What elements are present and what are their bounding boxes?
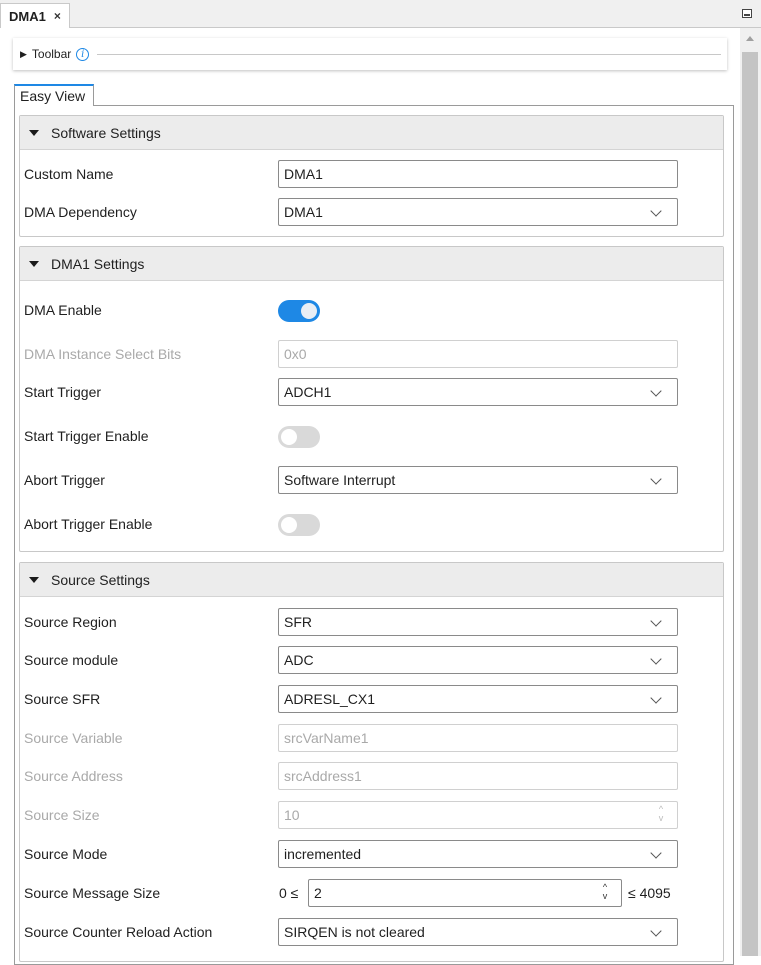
row-dma-enable: DMA Enable (24, 295, 724, 325)
label: DMA Dependency (24, 204, 137, 220)
source-message-size-stepper[interactable]: 2 ^ v (308, 879, 622, 907)
row-source-counter-reload: Source Counter Reload Action SIRQEN is n… (24, 917, 724, 947)
abort-trigger-select[interactable]: Software Interrupt (278, 466, 678, 494)
label: Abort Trigger Enable (24, 516, 153, 532)
dma1-settings-header[interactable]: DMA1 Settings (20, 247, 723, 281)
source-variable-input: srcVarName1 (278, 724, 678, 752)
label: Source Counter Reload Action (24, 924, 213, 940)
custom-name-input[interactable]: DMA1 (278, 160, 678, 188)
toggle-knob (301, 303, 317, 319)
collapse-triangle-icon (29, 129, 39, 136)
scroll-up-icon[interactable] (746, 36, 754, 41)
chevron-down-icon (650, 847, 662, 859)
label: Source Mode (24, 846, 108, 862)
select-value: ADCH1 (284, 384, 332, 400)
label: Abort Trigger (24, 472, 105, 488)
chevron-down-icon (650, 385, 662, 397)
row-start-trigger: Start Trigger ADCH1 (24, 377, 724, 407)
chevron-down-icon (650, 692, 662, 704)
chevron-down-icon (650, 615, 662, 627)
row-source-size: Source Size 10 ^ v (24, 800, 724, 830)
select-value: Software Interrupt (284, 472, 396, 488)
toolbar-expander[interactable]: ▶ Toolbar i (13, 38, 727, 70)
source-region-select[interactable]: SFR (278, 608, 678, 636)
editor-tab-bar: DMA1 × (0, 0, 761, 28)
chevron-down-icon (650, 473, 662, 485)
toolbar-label: Toolbar (31, 47, 72, 61)
label: Source Size (24, 807, 100, 823)
abort-trigger-enable-toggle[interactable] (278, 514, 320, 536)
row-source-mode: Source Mode incremented (24, 839, 724, 869)
row-source-region: Source Region SFR (24, 607, 724, 637)
label: Source Variable (24, 730, 123, 746)
min-bound: 0 ≤ (279, 885, 299, 901)
close-icon[interactable]: × (54, 9, 61, 23)
start-trigger-select[interactable]: ADCH1 (278, 378, 678, 406)
label: Source Message Size (24, 885, 161, 901)
chevron-down-icon (650, 205, 662, 217)
dma-dependency-select[interactable]: DMA1 (278, 198, 678, 226)
label: Source Region (24, 614, 117, 630)
collapse-triangle-icon (29, 260, 39, 267)
tab-title: DMA1 (9, 8, 46, 24)
row-abort-trigger-enable: Abort Trigger Enable (24, 509, 724, 539)
source-address-input: srcAddress1 (278, 762, 678, 790)
select-value: ADRESL_CX1 (284, 691, 376, 707)
toggle-knob (281, 429, 297, 445)
row-source-sfr: Source SFR ADRESL_CX1 (24, 684, 724, 714)
label: DMA Enable (24, 302, 102, 318)
label: DMA Instance Select Bits (24, 346, 182, 362)
chevron-down-icon (650, 925, 662, 937)
stepper-value: 2 (314, 885, 322, 901)
start-trigger-enable-toggle[interactable] (278, 426, 320, 448)
label: Custom Name (24, 166, 114, 182)
select-value: SFR (284, 614, 312, 630)
toggle-knob (281, 517, 297, 533)
divider (97, 53, 721, 55)
select-value: SIRQEN is not cleared (284, 924, 425, 940)
source-size-stepper: 10 ^ v (278, 801, 678, 829)
row-abort-trigger: Abort Trigger Software Interrupt (24, 465, 724, 495)
row-source-address: Source Address srcAddress1 (24, 761, 724, 791)
row-custom-name: Custom Name DMA1 (24, 159, 724, 189)
source-module-select[interactable]: ADC (278, 646, 678, 674)
source-counter-reload-select[interactable]: SIRQEN is not cleared (278, 918, 678, 946)
label: Source SFR (24, 691, 101, 707)
expand-arrow-icon: ▶ (20, 48, 27, 59)
select-value: ADC (284, 652, 314, 668)
label: Source Address (24, 768, 123, 784)
section-title: Software Settings (51, 124, 161, 141)
software-settings-header[interactable]: Software Settings (20, 116, 723, 150)
row-instance-select: DMA Instance Select Bits 0x0 (24, 339, 724, 369)
row-dma-dependency: DMA Dependency DMA1 (24, 197, 724, 227)
row-source-variable: Source Variable srcVarName1 (24, 723, 724, 753)
section-title: Source Settings (51, 571, 150, 588)
dma-enable-toggle[interactable] (278, 300, 320, 322)
section-title: DMA1 Settings (51, 255, 145, 272)
max-bound: ≤ 4095 (628, 885, 671, 901)
select-value: DMA1 (284, 204, 323, 220)
spin-arrows-icon[interactable]: ^ v (601, 883, 609, 901)
tab-dma1[interactable]: DMA1 × (0, 3, 70, 28)
instance-select-input: 0x0 (278, 340, 678, 368)
label: Start Trigger Enable (24, 428, 149, 444)
source-mode-select[interactable]: incremented (278, 840, 678, 868)
label: Start Trigger (24, 384, 102, 400)
label: Source module (24, 652, 119, 668)
row-start-trigger-enable: Start Trigger Enable (24, 421, 724, 451)
row-source-module: Source module ADC (24, 645, 724, 675)
source-sfr-select[interactable]: ADRESL_CX1 (278, 685, 678, 713)
minimize-icon[interactable] (742, 9, 752, 18)
scrollbar-thumb[interactable] (742, 52, 758, 956)
collapse-triangle-icon (29, 576, 39, 583)
chevron-down-icon (650, 653, 662, 665)
info-icon[interactable]: i (76, 47, 90, 61)
select-value: incremented (284, 846, 362, 862)
spin-arrows-icon: ^ v (658, 804, 664, 823)
tab-easy-view[interactable]: Easy View (14, 84, 94, 106)
row-source-message-size: Source Message Size 0 ≤ 2 ^ v ≤ 4095 (24, 878, 724, 908)
source-settings-header[interactable]: Source Settings (20, 563, 723, 597)
stepper-value: 10 (284, 807, 300, 823)
